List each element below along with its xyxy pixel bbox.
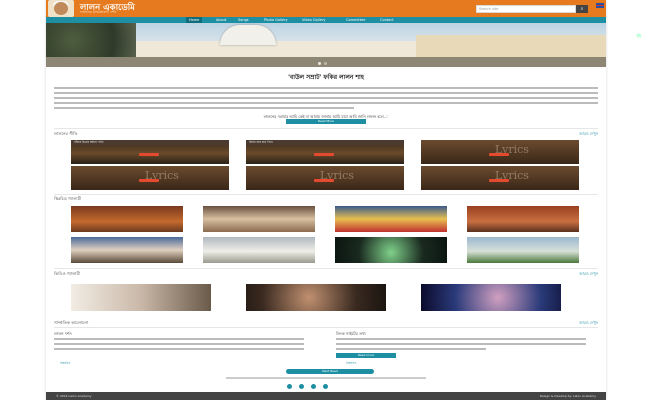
divider — [54, 128, 598, 129]
intro-text-line — [54, 87, 598, 89]
video-card[interactable]: Lyrics — [421, 140, 579, 164]
gallery-video[interactable] — [421, 284, 561, 311]
gallery-photo[interactable] — [71, 237, 183, 263]
left-box-link[interactable]: বিস্তারিত — [60, 361, 70, 367]
songs-more-link[interactable]: আরও দেখুন — [579, 131, 598, 138]
video-card[interactable]: খাঁচার ভিতর অচিন পাখি — [71, 140, 229, 164]
gallery-photo[interactable] — [203, 237, 315, 263]
play-bar-icon[interactable] — [139, 179, 159, 182]
box-text-line — [336, 348, 486, 350]
read-more-button[interactable]: Read More — [286, 119, 366, 124]
play-bar-icon[interactable] — [139, 153, 159, 156]
gallery-video[interactable] — [71, 284, 211, 311]
bottom-read-button[interactable]: Next Read — [286, 369, 374, 374]
search-input[interactable]: Search site — [476, 5, 576, 13]
banner-mausoleum-dome — [220, 25, 276, 45]
site-logo[interactable] — [48, 0, 74, 17]
play-bar-icon[interactable] — [489, 153, 509, 156]
gallery-photo[interactable] — [335, 237, 447, 263]
video-card[interactable]: মিলন হবে কত দিনে — [246, 140, 404, 164]
gallery-photo[interactable] — [467, 237, 579, 263]
play-bar-icon[interactable] — [314, 153, 334, 156]
site-footer: © 2014 Lalon Academy Design & Develop by… — [46, 392, 606, 400]
youtube-icon[interactable] — [323, 384, 328, 389]
page-title: 'বাউল সম্রাট' ফকির লালন শাহ — [288, 74, 364, 81]
right-box-read-more-button[interactable]: Read more — [336, 353, 396, 358]
box-text-line — [54, 338, 304, 340]
right-box-title: লিংক সাইটের তথ্য — [336, 331, 366, 336]
left-info-box: লালন দর্শন — [54, 331, 294, 338]
box-text-line — [54, 343, 304, 345]
footer-copyright: © 2014 Lalon Academy — [56, 394, 92, 398]
box-text-line — [54, 348, 304, 350]
video-card[interactable]: Lyrics — [246, 166, 404, 190]
right-info-box: লিংক সাইটের তথ্য — [336, 331, 576, 338]
facebook-icon[interactable] — [287, 384, 292, 389]
divider — [54, 327, 598, 328]
section-title-notices: সাম্প্রতিক আলোচনা — [54, 320, 89, 325]
intro-text-line — [54, 97, 598, 99]
search-button[interactable]: ⌕ — [576, 5, 588, 13]
play-bar-icon[interactable] — [314, 179, 334, 182]
banner-building-right — [416, 35, 606, 57]
play-bar-icon[interactable] — [489, 179, 509, 182]
divider — [54, 268, 598, 269]
slider-dot[interactable] — [324, 62, 327, 65]
page-container: লালন একাডেমি লালনের মানবতাবাদী দর্শন Sea… — [46, 0, 606, 400]
gallery-photo[interactable] — [467, 206, 579, 232]
twitter-icon[interactable] — [299, 384, 304, 389]
box-text-line — [336, 343, 586, 345]
intro-text-line — [54, 107, 354, 109]
gallery-photo[interactable] — [335, 206, 447, 232]
footer-text-line — [226, 377, 426, 379]
intro-text-line — [54, 92, 598, 94]
right-box-link[interactable]: বিস্তারিত — [346, 361, 356, 367]
google-plus-icon[interactable] — [311, 384, 316, 389]
banner-slider[interactable] — [46, 23, 606, 67]
gallery-photo[interactable] — [203, 206, 315, 232]
section-title-photos: স্থিরচিত্র গ্যালারী — [54, 196, 82, 201]
box-text-line — [336, 338, 586, 340]
intro-text-line — [54, 102, 598, 104]
footer-credit[interactable]: Design & Develop by: Lalon Academy — [540, 392, 596, 400]
left-box-title: লালন দর্শন — [54, 331, 72, 336]
side-menu-icon[interactable]: ≋ — [636, 32, 642, 40]
logo-portrait — [54, 2, 68, 15]
gallery-video[interactable] — [246, 284, 386, 311]
video-card[interactable]: Lyrics — [71, 166, 229, 190]
video-card[interactable]: Lyrics — [421, 166, 579, 190]
language-flag-icon[interactable] — [596, 3, 604, 8]
section-title-video-gallery: ভিডিও গ্যালারী — [54, 271, 81, 276]
divider — [54, 194, 598, 195]
slider-dot[interactable] — [318, 62, 321, 65]
video-card-label: খাঁচার ভিতর অচিন পাখি — [74, 140, 104, 144]
gallery-photo[interactable] — [71, 206, 183, 232]
notices-more-link[interactable]: আরও দেখুন — [579, 320, 598, 327]
video-gallery-more-link[interactable]: আরও দেখুন — [579, 271, 598, 278]
site-subtitle: লালনের মানবতাবাদী দর্শন — [80, 10, 117, 14]
video-card-label: মিলন হবে কত দিনে — [249, 140, 273, 144]
section-title-songs: লালনের গীতি — [54, 131, 78, 136]
site-header: লালন একাডেমি লালনের মানবতাবাদী দর্শন Sea… — [46, 0, 606, 17]
